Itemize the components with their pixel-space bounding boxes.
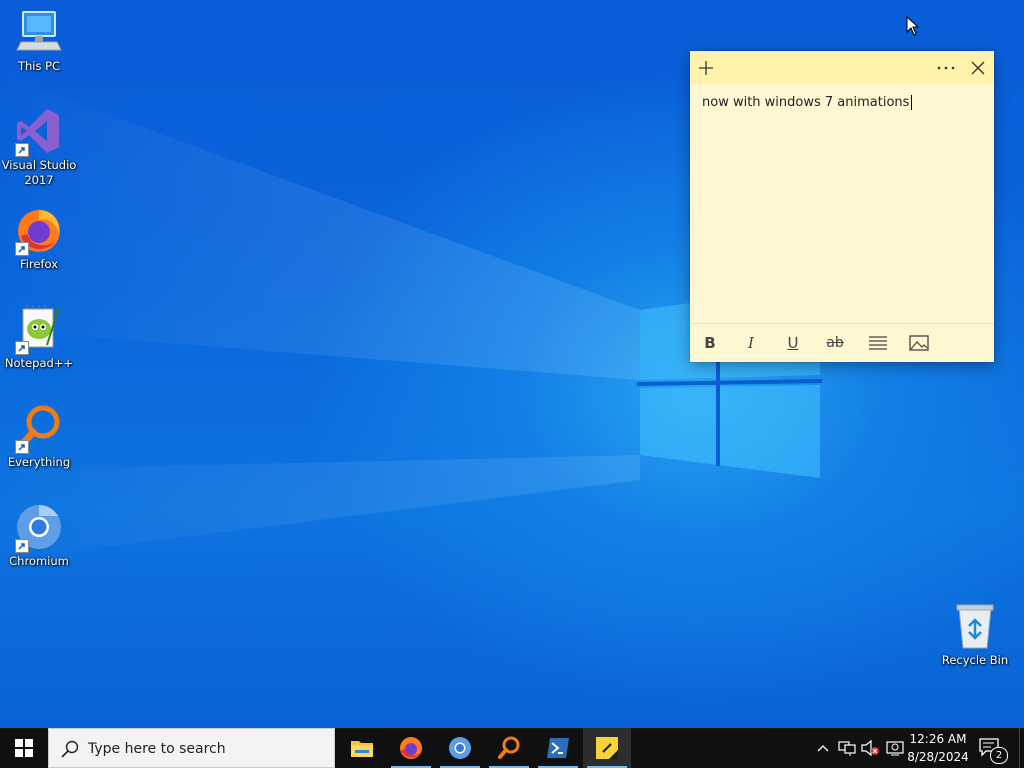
clock-time: 12:26 AM xyxy=(909,732,967,746)
desktop-icon-label: Everything xyxy=(7,455,71,469)
notepad-plus-plus-icon xyxy=(15,305,63,355)
everything-icon xyxy=(15,404,63,454)
desktop-icon-notepad-plus-plus[interactable]: Notepad++ xyxy=(0,305,78,371)
desktop-icon-everything[interactable]: Everything xyxy=(0,404,78,470)
start-button[interactable] xyxy=(0,728,48,768)
powershell-icon xyxy=(547,738,569,758)
desktop-icon-firefox[interactable]: Firefox xyxy=(0,206,78,272)
network-icon[interactable] xyxy=(838,740,856,760)
desktop-icon-label: Visual Studio 2017 xyxy=(1,158,77,187)
clock-date: 8/28/2024 xyxy=(907,750,969,764)
bold-icon[interactable]: B xyxy=(697,332,723,354)
this-pc-icon xyxy=(15,8,63,56)
sticky-notes-icon xyxy=(596,737,618,759)
desktop-icon-label: Recycle Bin xyxy=(941,653,1009,667)
shortcut-arrow-icon xyxy=(15,341,29,355)
firefox-icon xyxy=(15,206,63,256)
underline-icon[interactable]: U xyxy=(780,332,806,354)
mouse-cursor-icon xyxy=(906,15,920,40)
desktop-icon-this-pc[interactable]: This PC xyxy=(0,8,78,74)
search-placeholder: Type here to search xyxy=(88,741,226,757)
notification-count-badge: 2 xyxy=(990,747,1008,764)
taskbar-app-file-explorer[interactable] xyxy=(338,728,386,768)
taskbar-search-box[interactable]: Type here to search xyxy=(48,728,335,768)
list-icon[interactable] xyxy=(865,332,891,354)
desktop-icon-label: Chromium xyxy=(9,554,69,568)
close-icon[interactable] xyxy=(962,51,994,84)
firefox-icon xyxy=(400,737,422,759)
taskbar-clock[interactable]: 12:26 AM 8/28/2024 xyxy=(905,730,971,766)
taskbar: Type here to search 12:26 AM 8/28/2024 xyxy=(0,728,1024,768)
desktop-icon-recycle-bin[interactable]: Recycle Bin xyxy=(936,602,1014,668)
display-icon[interactable] xyxy=(886,740,904,760)
image-icon[interactable] xyxy=(906,332,932,354)
chromium-icon xyxy=(449,737,471,759)
desktop-icon-label: This PC xyxy=(17,59,61,73)
recycle-bin-icon xyxy=(951,602,999,650)
sticky-note-text: now with windows 7 animations xyxy=(702,95,910,110)
chevron-up-icon[interactable] xyxy=(816,740,830,759)
shortcut-arrow-icon xyxy=(15,440,29,454)
sticky-note-header[interactable] xyxy=(690,51,994,84)
shortcut-arrow-icon xyxy=(15,242,29,256)
text-caret xyxy=(911,95,913,110)
desktop-icon-visual-studio[interactable]: Visual Studio 2017 xyxy=(0,107,78,188)
shortcut-arrow-icon xyxy=(15,539,29,553)
taskbar-app-everything[interactable] xyxy=(485,728,533,768)
sticky-note-text-area[interactable]: now with windows 7 animations xyxy=(702,95,913,110)
search-icon xyxy=(61,740,79,758)
taskbar-app-chromium[interactable] xyxy=(436,728,484,768)
taskbar-app-sticky-notes[interactable] xyxy=(583,728,631,768)
desktop-icon-label: Firefox xyxy=(19,257,59,271)
desktop-icon-label: Notepad++ xyxy=(4,356,74,370)
visual-studio-icon xyxy=(15,107,63,157)
sticky-note-window[interactable]: now with windows 7 animations B I U ab xyxy=(690,51,994,362)
italic-icon[interactable]: I xyxy=(738,332,764,354)
formatting-toolbar: B I U ab xyxy=(690,323,994,362)
taskbar-app-powershell[interactable] xyxy=(534,728,582,768)
desktop: This PC Visual Studio 2017 Firefox Notep… xyxy=(0,0,1024,728)
strikethrough-icon[interactable]: ab xyxy=(822,332,848,354)
plus-icon[interactable] xyxy=(690,51,722,84)
desktop-icon-chromium[interactable]: Chromium xyxy=(0,503,78,569)
everything-icon xyxy=(498,736,520,759)
taskbar-app-firefox[interactable] xyxy=(387,728,435,768)
more-icon[interactable] xyxy=(930,51,962,84)
show-desktop-button[interactable] xyxy=(1019,728,1024,768)
file-explorer-icon xyxy=(351,741,373,757)
shortcut-arrow-icon xyxy=(15,143,29,157)
volume-muted-icon[interactable] xyxy=(861,739,881,760)
windows-logo-icon xyxy=(15,739,33,757)
chromium-icon xyxy=(15,503,63,553)
